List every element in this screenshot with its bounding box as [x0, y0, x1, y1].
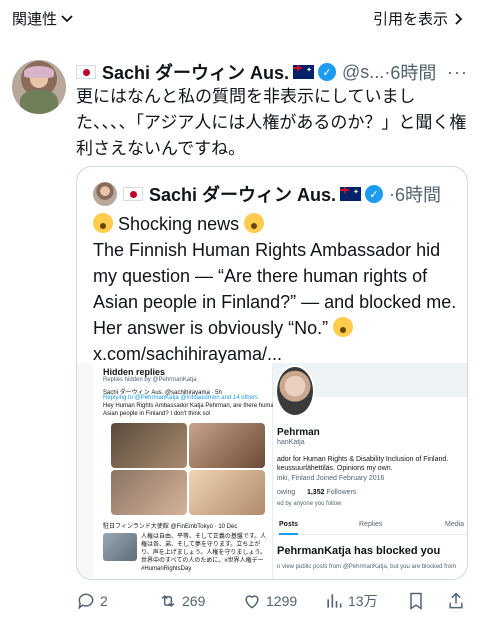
- inner-photo-grid: [111, 423, 265, 515]
- photo-2: [189, 423, 265, 468]
- australia-flag-icon: [293, 65, 315, 79]
- quoted-screenshot-image[interactable]: Hidden replies Replies hidden by @Pehrma…: [77, 363, 467, 579]
- views-chart-icon: [327, 594, 342, 608]
- following-label: owing: [277, 489, 296, 496]
- quoted-text: Shocking news The Finnish Human Rights A…: [93, 211, 459, 367]
- inner-text-2: Asian people in Finland? I don't think s…: [103, 411, 211, 417]
- repost-button[interactable]: 269: [158, 591, 205, 611]
- inner-reply-to: Replying to @PehrmanKatja @Infoaustmon a…: [103, 395, 258, 401]
- quoted-post[interactable]: Sachi ダーウィン Aus. ✓ · 6時間 Shocking news T…: [76, 166, 468, 580]
- tab-media: Media: [445, 521, 465, 528]
- profile-follow-stats: owing 1,352 Followers: [277, 489, 356, 496]
- followers-label: Followers: [326, 489, 357, 496]
- confounded-face-icon: [333, 317, 354, 337]
- inner-embassy: 駐日フィンランド大使館 @FinEmbTokyo · 10 Dec: [103, 524, 238, 530]
- chevron-down-icon: [61, 14, 73, 22]
- related-sort-button[interactable]: 関連性: [12, 8, 75, 29]
- repost-icon: [161, 594, 175, 608]
- profile-handle: hanKatja: [277, 439, 305, 446]
- like-count: 1299: [266, 593, 298, 609]
- post-text: 更にはなんと私の質問を非表示にしていました、、、、「アジア人には人権があるのか？…: [76, 87, 467, 158]
- inner-jp-text: 人権は自由、平等、そして正義の基盤です。人権は各、弟、そして夢を守ります。立ち上…: [141, 534, 267, 572]
- profile-panel: Pehrman hanKatja ador for Human Rights &…: [273, 363, 467, 579]
- photo-1: [111, 423, 187, 468]
- crying-face-icon: [244, 213, 265, 233]
- quoted-link[interactable]: x.com/sachihirayama/...: [93, 344, 282, 364]
- verified-badge-icon: ✓: [365, 185, 384, 203]
- japan-flag-icon: [123, 187, 143, 201]
- inner-text-1: Hey Human Rights Ambassador Katja Pehrma…: [103, 403, 301, 409]
- post-time[interactable]: 6時間: [390, 59, 436, 85]
- profile-name: Pehrman: [277, 427, 320, 438]
- tab-posts: Posts: [279, 521, 299, 535]
- profile-tabs: Posts Replies Media: [273, 517, 467, 535]
- quoted-time: 6時間: [395, 185, 442, 205]
- reply-count: 2: [100, 593, 108, 609]
- photo-3: [111, 470, 187, 515]
- inner-video-thumb: [103, 533, 137, 561]
- post-header: Sachi ダーウィン Aus. ✓ @s... · 6時間: [76, 60, 436, 84]
- handle[interactable]: @s...: [342, 62, 384, 83]
- photo-4: [189, 470, 265, 515]
- share-button[interactable]: [446, 591, 466, 611]
- like-button[interactable]: 1299: [242, 591, 297, 611]
- views-count: 13万: [348, 593, 378, 609]
- quoted-avatar: [93, 182, 117, 206]
- tab-replies: Replies: [359, 521, 383, 528]
- bookmark-button[interactable]: [406, 591, 426, 611]
- action-bar: 2 269 1299 13万: [76, 590, 472, 612]
- profile-bio: ador for Human Rights & Disability Inclu…: [277, 456, 449, 472]
- avatar[interactable]: [12, 60, 66, 114]
- blocked-description: n view public posts from @PehrmanKatja, …: [277, 564, 457, 570]
- reply-button[interactable]: 2: [76, 591, 108, 611]
- views-button[interactable]: 13万: [324, 591, 378, 611]
- share-icon: [449, 592, 463, 609]
- quoted-display-name: Sachi ダーウィン Aus.: [149, 185, 337, 205]
- bookmark-icon: [410, 592, 422, 610]
- blocked-title: PehrmanKatja has blocked you: [277, 545, 441, 557]
- verified-badge-icon: ✓: [318, 63, 337, 81]
- profile-photo: [275, 365, 315, 417]
- hidden-replies-title: Hidden replies: [103, 367, 166, 377]
- followers-count: 1,352: [306, 489, 325, 496]
- chevron-right-icon: [455, 12, 463, 25]
- japan-flag-icon: [76, 65, 96, 79]
- display-name[interactable]: Sachi ダーウィン Aus.: [102, 59, 289, 85]
- view-quotes-label: 引用を表示: [372, 11, 448, 28]
- more-options-icon[interactable]: ···: [447, 62, 468, 83]
- view-quotes-link[interactable]: 引用を表示: [373, 8, 466, 29]
- related-label: 関連性: [12, 11, 58, 28]
- repost-count: 269: [182, 593, 206, 609]
- profile-meta: inki, Finland Joined February 2016: [277, 475, 385, 482]
- surprised-face-icon: [93, 213, 113, 233]
- reply-icon: [78, 593, 94, 610]
- hidden-replies-panel: Hidden replies Replies hidden by @Pehrma…: [93, 363, 300, 579]
- top-bar: 関連性 引用を表示: [0, 0, 480, 40]
- heart-icon: [245, 595, 259, 609]
- australia-flag-icon: [340, 187, 362, 201]
- hidden-replies-subtitle: Replies hidden by @PehrmanKatja: [103, 377, 197, 383]
- quoted-headline: Shocking news: [118, 214, 240, 234]
- quoted-header: Sachi ダーウィン Aus. ✓ · 6時間: [93, 181, 441, 207]
- profile-followed-by: ed by anyone you follow: [277, 501, 342, 507]
- quoted-body: The Finnish Human Rights Ambassador hid …: [93, 240, 457, 338]
